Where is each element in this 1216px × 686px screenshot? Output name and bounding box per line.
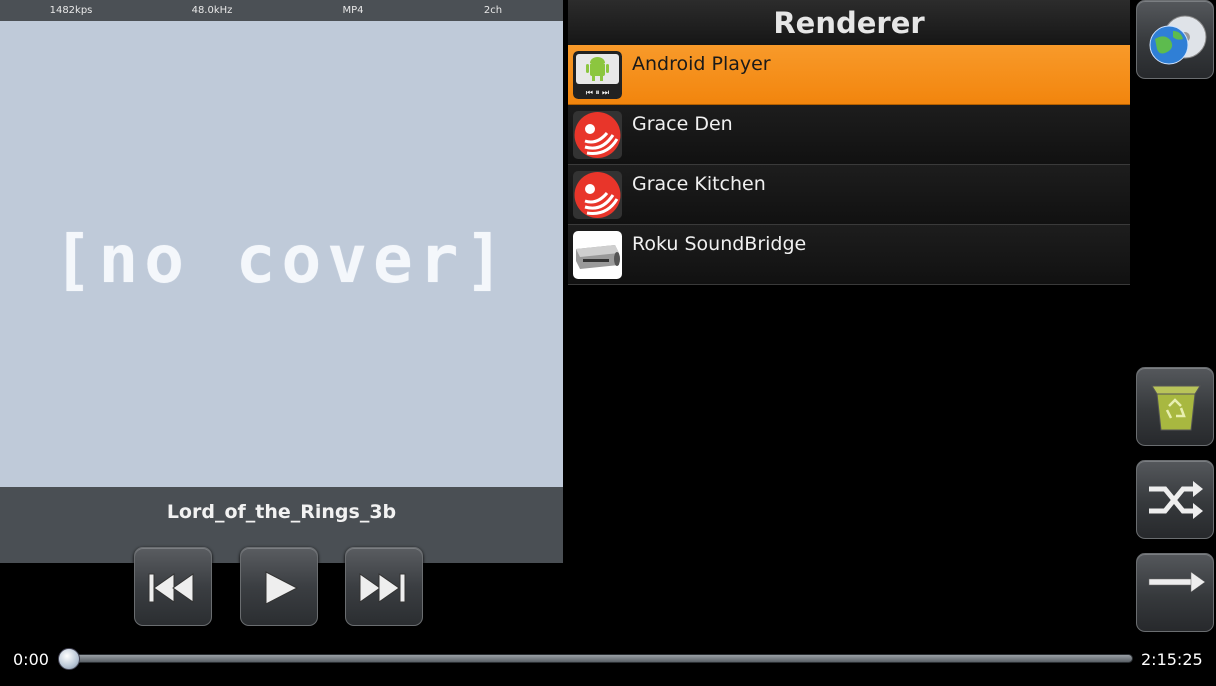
renderer-item-android-player[interactable]: ⏮ ⏸ ⏭ Android Player [568, 45, 1130, 105]
network-button[interactable] [1136, 0, 1214, 79]
renderer-title: Renderer [773, 6, 925, 40]
skip-previous-icon [148, 573, 194, 603]
audio-stats-bar: 1482kps 48.0kHz MP4 2ch [0, 0, 563, 21]
renderer-item-grace-kitchen[interactable]: Grace Kitchen [568, 165, 1130, 225]
roku-soundbridge-icon [573, 231, 622, 279]
renderer-item-roku-soundbridge[interactable]: Roku SoundBridge [568, 225, 1130, 285]
renderer-header: Renderer [568, 0, 1130, 45]
track-title: Lord_of_the_Rings_3b [166, 501, 397, 523]
play-icon [265, 571, 299, 605]
android-player-icon: ⏮ ⏸ ⏭ [573, 51, 622, 99]
svg-text:⏮ ⏸ ⏭: ⏮ ⏸ ⏭ [586, 88, 610, 97]
renderer-item-label: Roku SoundBridge [632, 233, 807, 255]
shuffle-icon [1149, 481, 1203, 519]
seek-thumb[interactable] [58, 648, 80, 670]
play-button[interactable] [240, 547, 318, 626]
next-button[interactable] [345, 547, 423, 626]
format-label: MP4 [342, 5, 364, 16]
renderer-item-label: Grace Den [632, 113, 733, 135]
no-cover-placeholder: [no cover] [52, 220, 511, 298]
shuffle-button[interactable] [1136, 460, 1214, 539]
globe-disc-icon [1149, 15, 1207, 65]
total-time: 2:15:25 [1141, 650, 1203, 669]
arrow-right-icon [1148, 571, 1206, 593]
repeat-button[interactable] [1136, 553, 1214, 632]
clear-playlist-button[interactable] [1136, 367, 1214, 446]
skip-next-icon [359, 573, 406, 603]
sample-rate-label: 48.0kHz [191, 5, 233, 16]
renderer-item-grace-den[interactable]: Grace Den [568, 105, 1130, 165]
recycle-bin-icon [1151, 385, 1201, 431]
grace-wireless-icon [573, 111, 622, 159]
channels-label: 2ch [483, 5, 503, 16]
renderer-item-label: Android Player [632, 53, 771, 75]
current-time: 0:00 [13, 650, 49, 669]
bitrate-label: 1482kps [49, 5, 93, 16]
grace-wireless-icon [573, 171, 622, 219]
renderer-item-label: Grace Kitchen [632, 173, 766, 195]
seek-bar[interactable] [63, 654, 1133, 663]
renderer-list: ⏮ ⏸ ⏭ Android Player Grace Den Grace Kit… [568, 45, 1130, 285]
album-cover: [no cover] [0, 21, 563, 487]
previous-button[interactable] [134, 547, 212, 626]
